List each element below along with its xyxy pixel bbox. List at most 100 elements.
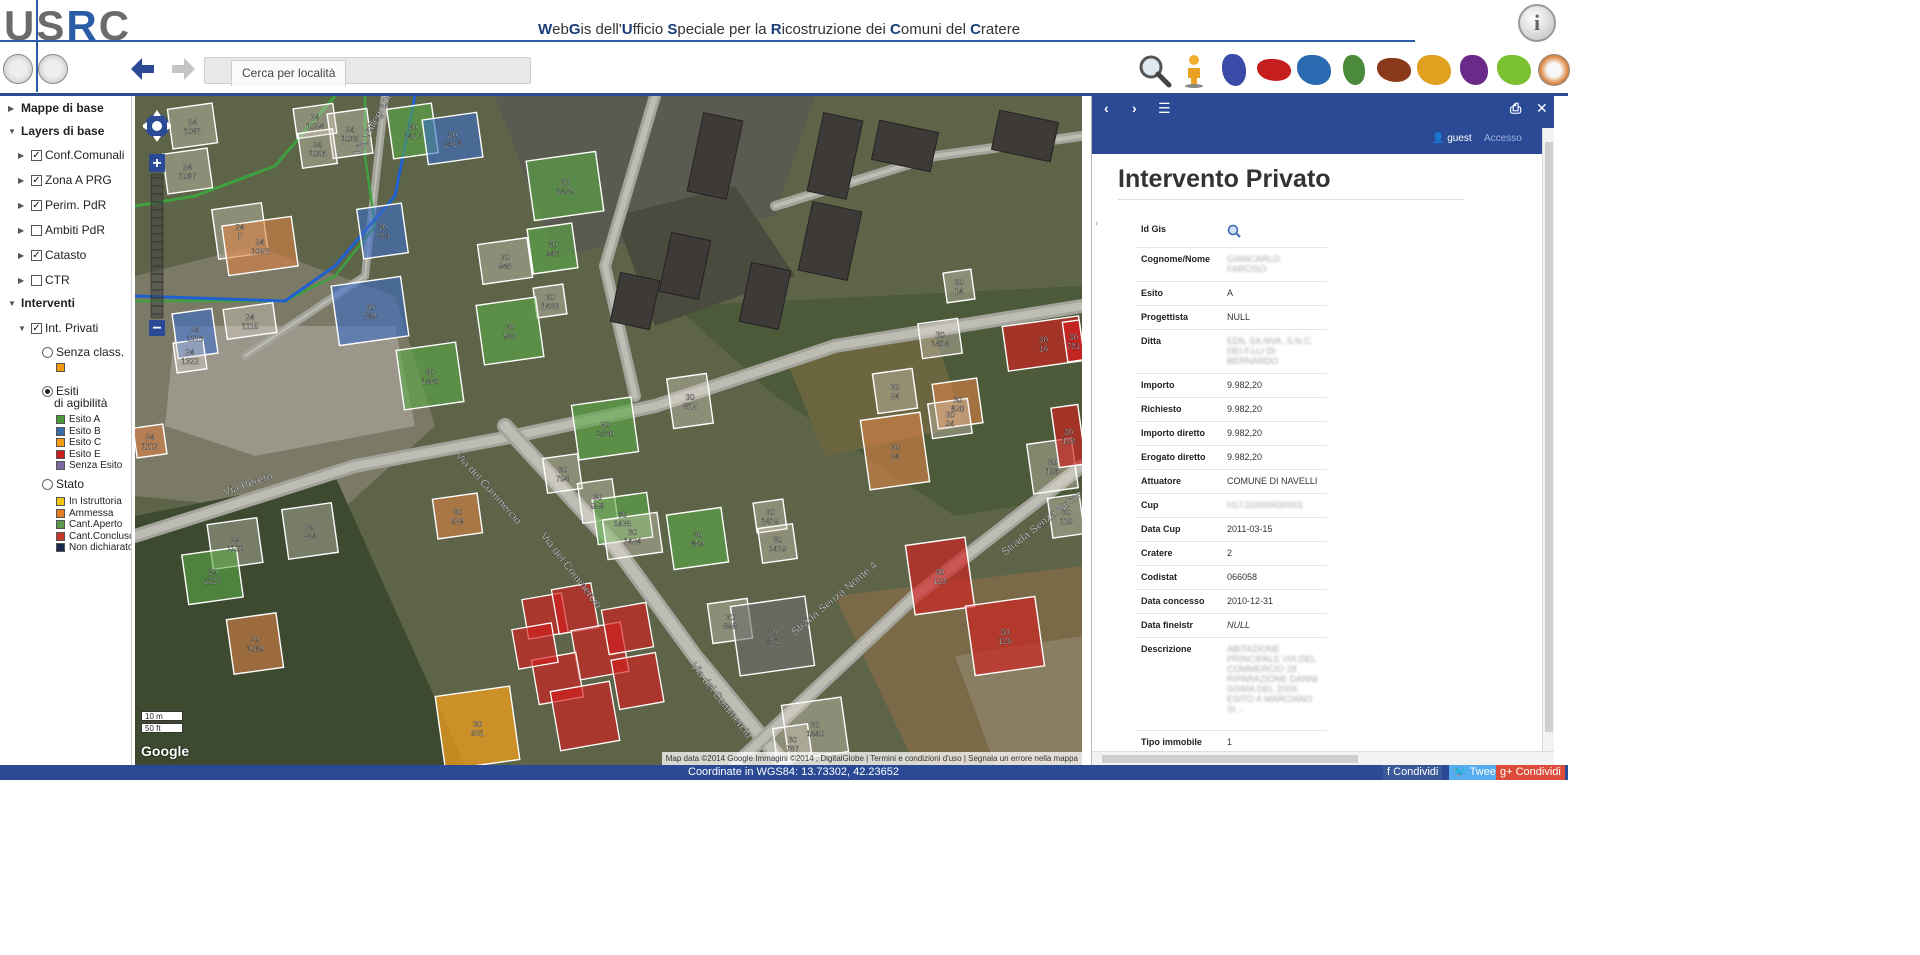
magnifier-icon[interactable]	[1227, 224, 1241, 240]
detail-key: Data Cup	[1135, 517, 1221, 542]
map-region-2-icon[interactable]	[1256, 52, 1292, 88]
panel-vertical-scrollbar[interactable]	[1542, 128, 1554, 751]
map-attribution[interactable]: Map data ©2014 Google Immagini ©2014 , D…	[661, 752, 1082, 765]
satellite-map[interactable]: 241081241054 241055241056241087301417 3014…	[135, 96, 1082, 765]
parcel-label-number: 1424	[624, 537, 642, 546]
legend-item: Cant.Concluso	[56, 531, 131, 542]
parcel-label-number: 789	[363, 312, 377, 321]
parcel-label-sheet: 29	[306, 523, 315, 532]
legend-swatch	[56, 449, 65, 459]
chevron-right-icon[interactable]: ›	[1132, 100, 1137, 116]
layer-catasto[interactable]: ▶ ✓ Catasto	[18, 248, 86, 262]
detail-value: EDIL SA.NVA. S.N.C. DEI F.LLI DI BERNARD…	[1221, 329, 1327, 374]
map-view[interactable]: 24 1081 24 1054 24 1055 24 1056 24 1087 30 1417 30 14…	[135, 96, 1082, 765]
map-region-4-icon[interactable]	[1336, 52, 1372, 88]
parcel-red-6[interactable]	[610, 651, 665, 711]
radio-stato-button[interactable]	[42, 478, 53, 490]
user-guest-link[interactable]: 👤 guest	[1432, 133, 1472, 144]
parcel-label-sheet: 24	[183, 163, 192, 172]
info-button[interactable]: i	[1518, 4, 1556, 42]
radio-esiti-button[interactable]	[42, 385, 53, 397]
detail-value: 1	[1221, 730, 1327, 751]
parcel-label-sheet: 30	[1069, 333, 1078, 342]
radio-stato[interactable]: Stato	[42, 477, 84, 491]
map-region-8-icon[interactable]	[1496, 52, 1532, 88]
parcel-label-sheet: 24	[146, 433, 155, 442]
close-icon[interactable]: ✕	[1536, 100, 1548, 117]
map-region-9-icon[interactable]	[1536, 52, 1572, 88]
map-region-7-icon[interactable]	[1456, 52, 1492, 88]
detail-key: Erogato diretto	[1135, 445, 1221, 470]
search-icon[interactable]	[1136, 52, 1172, 88]
expand-arrow-icon: ▶	[18, 275, 25, 285]
section-base-layers[interactable]: ▼ Layers di base	[8, 124, 104, 138]
parcel-label-number: 1056	[309, 150, 327, 159]
int-privati-checkbox[interactable]: ✓	[31, 322, 42, 334]
parcel-label-number: 1433	[541, 302, 559, 311]
search-by-locality-tab[interactable]: Cerca per località	[231, 60, 347, 86]
layer-checkbox[interactable]: ✓	[31, 174, 42, 186]
google-plus-share-button[interactable]: g+ Condividi	[1496, 765, 1565, 780]
layer-ambiti-pdr[interactable]: ▶ Ambiti PdR	[18, 223, 105, 237]
person-icon[interactable]	[1176, 52, 1212, 88]
login-link[interactable]: Accesso	[1484, 133, 1522, 144]
google-logo: Google	[141, 743, 190, 759]
parcel-label-number: 106	[1046, 467, 1060, 476]
parcel-label-number: 931	[471, 729, 485, 738]
parcel-label-sheet: 30	[448, 131, 457, 140]
parcel-label-sheet: 30	[548, 241, 557, 250]
layer-conf-comunali[interactable]: ▶ ✓ Conf.Comunali	[18, 148, 124, 162]
forward-arrow-button[interactable]	[170, 56, 202, 86]
twitter-share-button[interactable]: 🐦 Tweet	[1449, 765, 1503, 780]
logo-divider	[36, 0, 38, 92]
detail-value: 9.982,20	[1221, 445, 1327, 470]
facebook-share-button[interactable]: f Condividi	[1383, 765, 1443, 780]
panel-collapse-icon[interactable]: ›	[1095, 218, 1098, 229]
layer-checkbox[interactable]: ✓	[31, 249, 42, 261]
menu-icon[interactable]: ☰	[1158, 100, 1171, 117]
detail-row: Importo diretto 9.982,20	[1135, 421, 1327, 446]
map-region-1-icon[interactable]	[1216, 52, 1252, 88]
map-region-6-icon[interactable]	[1416, 52, 1452, 88]
parcel-label-number: 1426	[421, 377, 439, 386]
parcel-red-5[interactable]	[549, 680, 621, 752]
layer-checkbox[interactable]: ✓	[31, 149, 42, 161]
detail-row: Data Cup 2011-03-15	[1135, 517, 1327, 542]
layer-perim-pdr[interactable]: ▶ ✓ Perim. PdR	[18, 198, 106, 212]
layer-ctr[interactable]: ▶ CTR	[18, 273, 70, 287]
back-arrow-button[interactable]	[128, 56, 160, 86]
parcel-label-number: 1093	[251, 247, 269, 256]
parcel-label-sheet: 30	[593, 493, 602, 502]
parcel-label-sheet: 30	[766, 508, 775, 517]
section-base-maps[interactable]: ▶ Mappe di base	[8, 101, 104, 115]
parcel-label-number: 1419	[761, 517, 779, 526]
section-interventi[interactable]: ▼ Interventi	[8, 296, 75, 310]
chevron-left-icon[interactable]: ‹	[1104, 100, 1109, 116]
parcel-red-3[interactable]	[600, 601, 655, 656]
arrow-left-icon	[131, 58, 154, 80]
detail-key: Ditta	[1135, 329, 1221, 374]
radio-senza-class[interactable]: Senza class.	[42, 345, 124, 359]
layer-checkbox[interactable]	[31, 224, 42, 236]
parcel-label-number: 1440	[806, 730, 824, 739]
layer-zona-a-prg[interactable]: ▶ ✓ Zona A PRG	[18, 173, 112, 187]
parcel-label-number: 103	[1062, 437, 1076, 446]
parcel-label-sheet: 30	[936, 568, 945, 577]
map-region-5-icon[interactable]	[1376, 52, 1412, 88]
parcel-red-7[interactable]	[511, 622, 559, 670]
legend-swatch	[56, 438, 65, 447]
parcel-label-sheet: 30	[1048, 458, 1057, 467]
print-icon[interactable]: ⎙	[1510, 100, 1521, 117]
layer-checkbox[interactable]	[31, 274, 42, 286]
parcel-label-sheet: 30	[768, 628, 777, 637]
parcel-label-sheet: 30	[408, 123, 417, 132]
layer-int-privati[interactable]: ▼ ✓ Int. Privati	[18, 321, 98, 335]
radio-senza-class-button[interactable]	[42, 346, 53, 358]
parcel-label-sheet: 30	[686, 393, 695, 402]
panel-horizontal-scrollbar[interactable]	[1092, 751, 1554, 765]
parcel-label-sheet: 30	[773, 536, 782, 545]
parcel-label-sheet: 30	[955, 278, 964, 287]
map-region-3-icon[interactable]	[1296, 52, 1332, 88]
zoom-control[interactable]: + −	[143, 104, 171, 336]
layer-checkbox[interactable]: ✓	[31, 199, 42, 211]
